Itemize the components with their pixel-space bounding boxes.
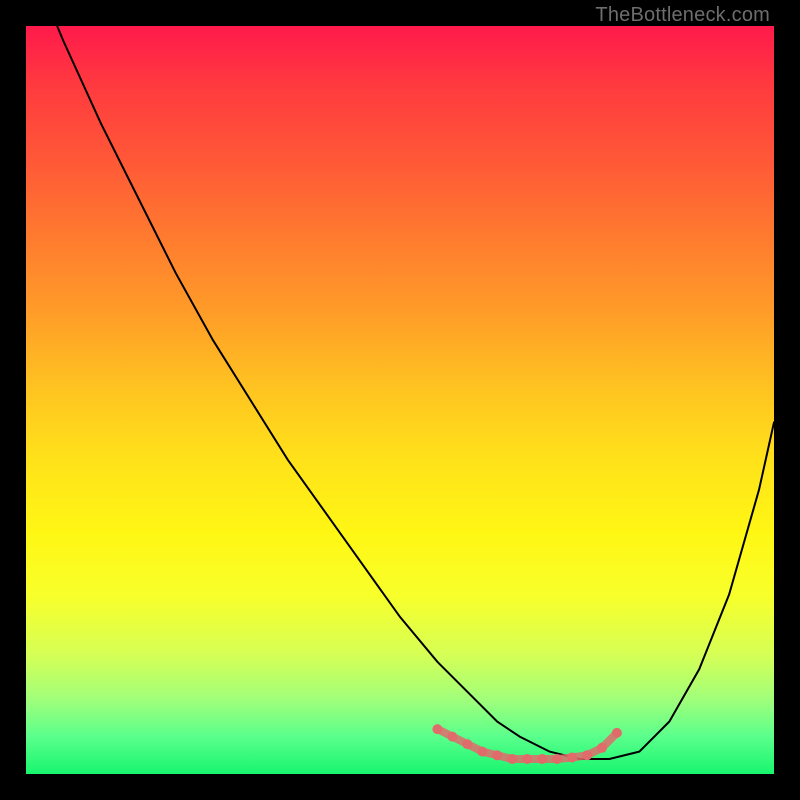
optimal-band-marker xyxy=(522,754,532,764)
watermark-text: TheBottleneck.com xyxy=(595,4,770,27)
bottleneck-curve xyxy=(26,0,774,759)
optimal-band-marker xyxy=(462,739,472,749)
optimal-band-marker xyxy=(582,750,592,760)
optimal-band-marker xyxy=(507,754,517,764)
optimal-band-marker xyxy=(432,724,442,734)
plot-area xyxy=(26,26,774,774)
optimal-band-marker xyxy=(552,754,562,764)
optimal-band-marker xyxy=(492,750,502,760)
optimal-band-marker xyxy=(537,754,547,764)
chart-frame: TheBottleneck.com xyxy=(0,0,800,800)
optimal-band-marker xyxy=(447,732,457,742)
curve-svg xyxy=(26,26,774,774)
optimal-band-marker xyxy=(477,747,487,757)
optimal-band-marker xyxy=(597,743,607,753)
optimal-band-marker xyxy=(612,728,622,738)
optimal-band-marker xyxy=(567,753,577,763)
